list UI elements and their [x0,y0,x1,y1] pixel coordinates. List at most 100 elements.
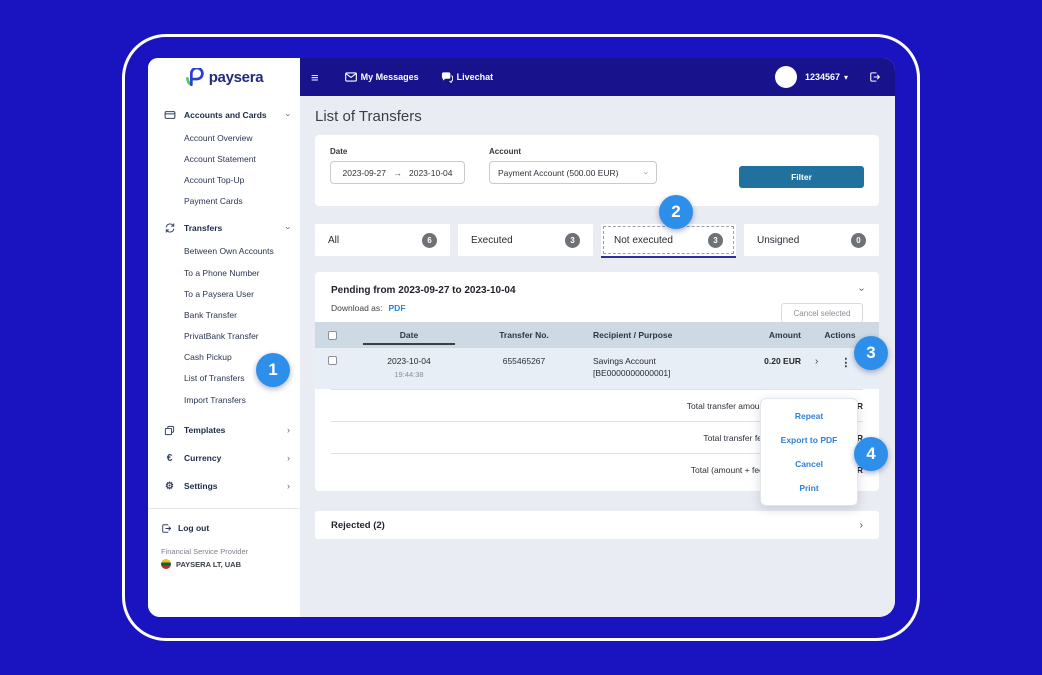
chevron-right-icon: › [287,453,290,463]
sidebar-item-currency[interactable]: € Currency › [148,444,300,472]
row-actions-context-menu: Repeat Export to PDF Cancel Print [760,398,858,506]
sidebar-item-to-a-phone-number[interactable]: To a Phone Number [148,262,300,283]
download-as-label: Download as: [331,303,383,313]
sidebar-item-account-statement[interactable]: Account Statement [148,148,300,169]
sidebar-item-between-own-accounts[interactable]: Between Own Accounts [148,241,300,262]
gear-icon: ⚙ [161,481,178,492]
column-header-date[interactable]: Date [349,330,469,340]
pending-panel-title: Pending from 2023-09-27 to 2023-10-04 [331,285,863,296]
top-navigation-bar: ≡ My Messages Livechat 1234567 ▾ [300,58,895,96]
sidebar-item-to-a-paysera-user[interactable]: To a Paysera User [148,283,300,304]
transfer-table-row[interactable]: 2023-10-04 19:44:38 655465267 Savings Ac… [315,348,879,389]
chevron-down-icon: › [284,227,294,230]
tab-all[interactable]: All 6 [315,224,450,256]
filter-button[interactable]: Filter [739,166,864,188]
account-field-label: Account [489,147,657,156]
sidebar-item-bank-transfer[interactable]: Bank Transfer [148,304,300,325]
logout-button[interactable]: Log out [148,513,300,543]
tab-unsigned[interactable]: Unsigned 0 [744,224,879,256]
sidebar-item-account-overview[interactable]: Account Overview [148,127,300,148]
callout-badge-3: 3 [854,336,888,370]
sidebar-item-transfers[interactable]: Transfers › [148,216,300,241]
date-field-label: Date [330,147,465,156]
sidebar-nav: Accounts and Cards › Account Overview Ac… [148,96,300,500]
count-badge: 0 [851,233,866,248]
select-all-checkbox[interactable] [328,331,337,340]
euro-icon: € [161,453,178,464]
menu-item-repeat[interactable]: Repeat [761,404,857,428]
row-amount: 0.20 EUR [764,356,801,366]
chevron-right-icon: › [860,520,863,531]
menu-item-cancel[interactable]: Cancel [761,452,857,476]
chevron-right-icon: › [287,481,290,491]
row-transfer-no: 655465267 [469,356,579,379]
row-time: 19:44:38 [349,370,469,379]
count-badge: 3 [565,233,580,248]
sidebar-item-accounts-and-cards[interactable]: Accounts and Cards › [148,102,300,127]
menu-item-export-to-pdf[interactable]: Export to PDF [761,428,857,452]
table-header-row: Date Transfer No. Recipient / Purpose Am… [315,322,879,348]
logout-icon [161,523,172,534]
hamburger-menu-icon[interactable]: ≡ [311,70,319,85]
callout-badge-2: 2 [659,195,693,229]
tab-not-executed[interactable]: Not executed 3 [601,224,736,256]
sort-indicator [363,343,455,345]
my-messages-link[interactable]: My Messages [345,72,419,82]
transfers-refresh-icon [161,222,178,234]
provider-info: Financial Service Provider PAYSERA LT, U… [148,543,300,569]
templates-icon [161,425,178,436]
sidebar-item-payment-cards[interactable]: Payment Cards [148,191,300,212]
page-title: List of Transfers [315,108,879,125]
chevron-right-icon: › [287,425,290,435]
caret-down-icon: ▾ [844,73,848,82]
cancel-selected-button[interactable]: Cancel selected [781,303,863,323]
header-logout-button[interactable] [868,71,881,83]
provider-name: PAYSERA LT, UAB [176,560,241,569]
collapse-chevron-icon[interactable]: › [856,288,867,291]
column-header-amount[interactable]: Amount [691,330,801,340]
callout-badge-4: 4 [854,437,888,471]
sidebar-item-import-transfers[interactable]: Import Transfers [148,389,300,410]
column-header-recipient[interactable]: Recipient / Purpose [579,330,691,340]
paysera-logo-text: paysera [209,69,264,86]
row-checkbox[interactable] [328,356,337,365]
date-from-value: 2023-09-27 [343,168,386,178]
logout-icon [868,71,881,83]
paysera-logo-icon [185,68,204,87]
envelope-icon [345,72,357,82]
filter-panel: Date 2023-09-27 → 2023-10-04 Account Pay… [315,135,879,206]
main-content: List of Transfers Date 2023-09-27 → 2023… [300,96,895,617]
sidebar-item-privatbank-transfer[interactable]: PrivatBank Transfer [148,326,300,347]
sidebar-divider [148,508,300,509]
user-id-menu[interactable]: 1234567 [805,72,840,82]
tab-executed[interactable]: Executed 3 [458,224,593,256]
lithuania-flag-icon [161,559,171,569]
sidebar-item-account-top-up[interactable]: Account Top-Up [148,169,300,190]
sidebar-item-templates[interactable]: Templates › [148,416,300,444]
user-avatar[interactable] [775,66,797,88]
count-badge: 3 [708,233,723,248]
rejected-section-toggle[interactable]: Rejected (2) › [315,511,879,539]
app-window: paysera Accounts and Cards › Account Ove… [148,58,895,617]
expand-row-chevron-icon[interactable]: › [815,356,818,367]
account-select[interactable]: Payment Account (500.00 EUR) › [489,161,657,184]
date-range-input[interactable]: 2023-09-27 → 2023-10-04 [330,161,465,184]
cards-icon [161,109,178,121]
chat-bubbles-icon [441,72,453,83]
download-pdf-link[interactable]: PDF [389,303,406,313]
row-date: 2023-10-04 [349,356,469,366]
chevron-down-icon: › [642,171,652,174]
row-recipient-iban: [BE0000000000001] [593,368,691,378]
status-tabs: All 6 Executed 3 Not executed 3 Unsigned… [315,224,879,256]
date-to-value: 2023-10-04 [409,168,452,178]
provider-label: Financial Service Provider [161,547,287,556]
row-recipient-name: Savings Account [593,356,691,366]
menu-item-print[interactable]: Print [761,476,857,500]
accounts-submenu: Account Overview Account Statement Accou… [148,127,300,212]
row-actions-kebab-icon[interactable]: ⋮ [840,356,851,369]
account-select-value: Payment Account (500.00 EUR) [498,168,618,178]
livechat-link[interactable]: Livechat [441,72,494,83]
column-header-transfer-no[interactable]: Transfer No. [469,330,579,340]
sidebar-item-settings[interactable]: ⚙ Settings › [148,472,300,500]
chevron-down-icon: › [284,113,294,116]
